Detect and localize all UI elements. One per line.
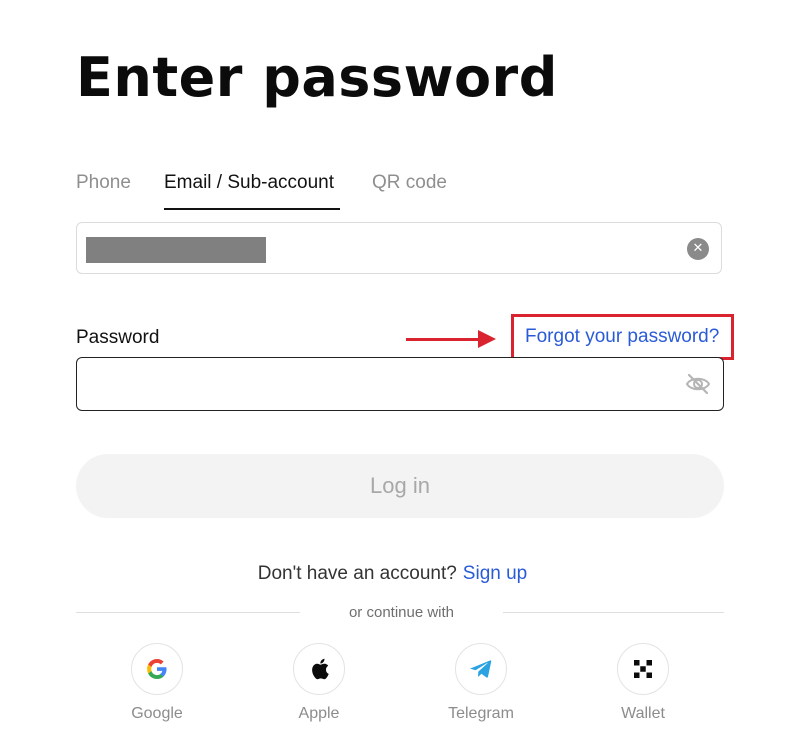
or-continue-with-text: or continue with	[348, 604, 455, 621]
annotation-arrow-head	[478, 330, 496, 348]
divider-left	[76, 612, 300, 613]
eye-off-icon[interactable]	[685, 373, 711, 395]
close-icon[interactable]: ✕	[687, 238, 709, 260]
social-telegram-label: Telegram	[448, 705, 514, 722]
google-icon	[147, 659, 167, 679]
divider-right	[503, 612, 724, 613]
apple-icon	[312, 658, 329, 680]
forgot-password-link[interactable]: Forgot your password?	[525, 326, 719, 348]
signup-link[interactable]: Sign up	[463, 563, 527, 584]
password-field[interactable]	[76, 357, 724, 411]
active-tab-indicator	[164, 208, 340, 210]
social-google-button[interactable]	[131, 643, 183, 695]
page-title: Enter password	[76, 46, 558, 109]
social-apple-label: Apple	[298, 705, 340, 722]
login-button[interactable]: Log in	[76, 454, 724, 518]
social-wallet[interactable]: Wallet	[598, 643, 688, 723]
social-wallet-label: Wallet	[621, 705, 665, 722]
annotation-arrow-shaft	[406, 338, 488, 341]
tab-phone[interactable]: Phone	[76, 172, 131, 194]
telegram-icon	[470, 660, 492, 678]
signup-prompt: Don't have an account?	[257, 563, 457, 584]
tab-qr-code[interactable]: QR code	[372, 172, 447, 194]
social-apple[interactable]: Apple	[274, 643, 364, 723]
social-telegram[interactable]: Telegram	[436, 643, 526, 723]
password-label: Password	[76, 327, 160, 348]
tab-email-sub-account[interactable]: Email / Sub-account	[164, 172, 334, 194]
social-google[interactable]: Google	[112, 643, 202, 723]
signup-row: Don't have an account? Sign up	[0, 563, 785, 585]
social-wallet-button[interactable]	[617, 643, 669, 695]
social-telegram-button[interactable]	[455, 643, 507, 695]
social-google-label: Google	[131, 705, 183, 722]
email-field[interactable]: ✕	[76, 222, 722, 274]
redacted-email-value	[86, 237, 266, 263]
wallet-icon	[634, 660, 652, 678]
social-apple-button[interactable]	[293, 643, 345, 695]
